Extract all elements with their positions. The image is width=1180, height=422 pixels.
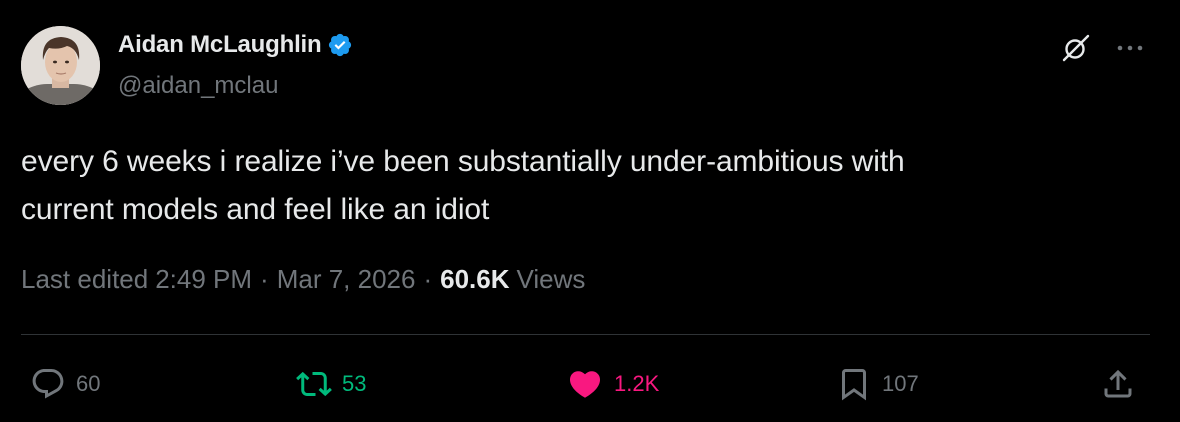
more-icon bbox=[1117, 45, 1143, 51]
bookmark-button[interactable]: 107 bbox=[836, 362, 919, 406]
author-display-name[interactable]: Aidan McLaughlin bbox=[118, 31, 322, 59]
bookmark-count: 107 bbox=[882, 371, 919, 396]
reply-icon bbox=[32, 369, 64, 399]
edited-label[interactable]: Last edited bbox=[21, 264, 148, 295]
like-button[interactable]: 1.2K bbox=[566, 362, 659, 406]
tweet-text: every 6 weeks i realize i’ve been substa… bbox=[21, 145, 905, 226]
share-icon bbox=[1104, 369, 1132, 398]
reply-button[interactable]: 60 bbox=[30, 362, 100, 406]
meta-separator: · bbox=[423, 264, 433, 294]
repost-icon bbox=[296, 371, 332, 397]
like-count: 1.2K bbox=[614, 371, 660, 396]
repost-button[interactable]: 53 bbox=[296, 362, 366, 406]
grok-button[interactable] bbox=[1058, 30, 1094, 66]
tweet-date[interactable]: Mar 7, 2026 bbox=[277, 264, 416, 295]
tweet-time[interactable]: 2:49 PM bbox=[155, 264, 252, 295]
author-handle[interactable]: @aidan_mclau bbox=[118, 72, 278, 100]
reply-count: 60 bbox=[76, 371, 101, 396]
verified-badge-icon bbox=[327, 32, 353, 58]
avatar[interactable] bbox=[21, 26, 100, 105]
tweet-meta: Last edited 2:49 PM · Mar 7, 2026 · 60.6… bbox=[21, 264, 585, 295]
avatar-image bbox=[21, 26, 100, 105]
author-name-row[interactable]: Aidan McLaughlin bbox=[118, 31, 353, 59]
divider bbox=[21, 334, 1150, 335]
views-label: Views bbox=[516, 264, 586, 294]
like-icon bbox=[569, 371, 601, 398]
views-count: 60.6K bbox=[440, 264, 510, 294]
more-button[interactable] bbox=[1110, 30, 1150, 66]
repost-count: 53 bbox=[342, 371, 367, 396]
meta-separator: · bbox=[260, 264, 269, 294]
share-button[interactable] bbox=[1100, 362, 1136, 406]
bookmark-icon bbox=[842, 369, 866, 401]
grok-icon bbox=[1062, 34, 1090, 62]
tweet-card: Aidan McLaughlin @aidan_mclau every 6 we… bbox=[0, 0, 1180, 422]
